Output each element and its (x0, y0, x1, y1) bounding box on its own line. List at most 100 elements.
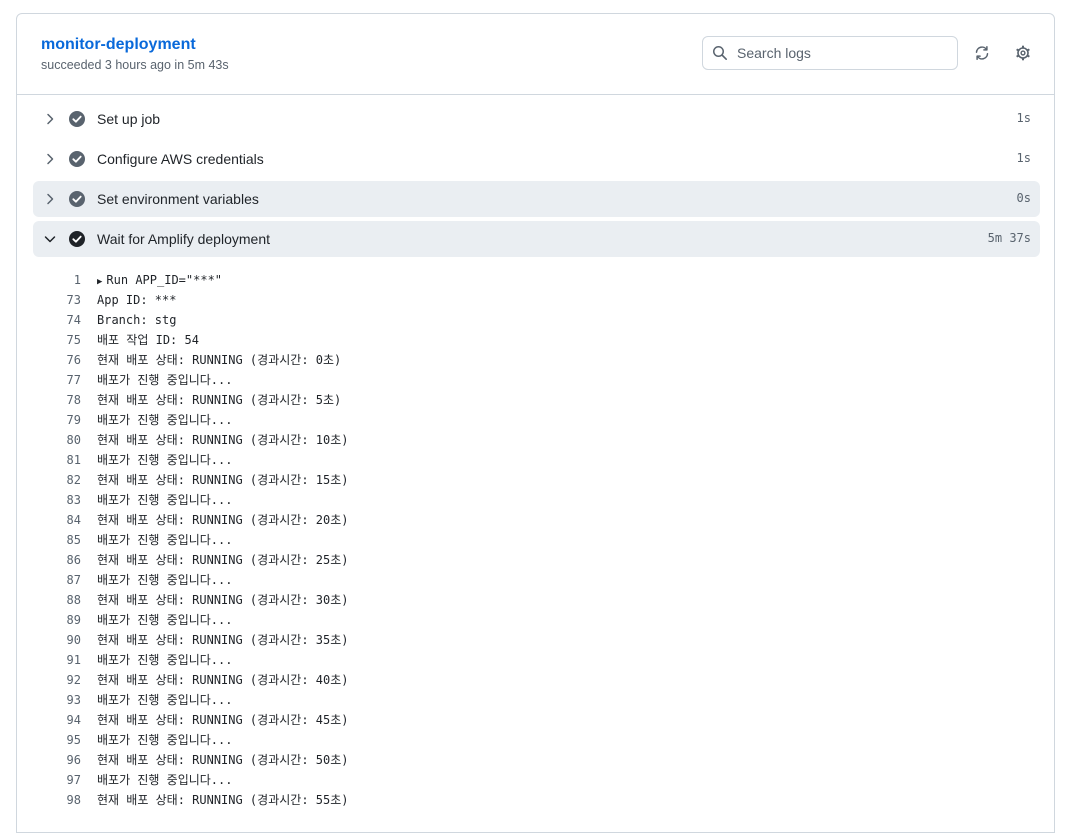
log-line-number[interactable]: 86 (33, 550, 81, 570)
step-wait-for-amplify-deployment[interactable]: Wait for Amplify deployment 5m 37s (33, 221, 1040, 257)
log-text-content: 배포가 진행 중입니다... (97, 533, 233, 547)
log-line-number[interactable]: 80 (33, 430, 81, 450)
log-line-text: Branch: stg (97, 310, 176, 330)
step-set-environment-variables[interactable]: Set environment variables 0s (33, 181, 1040, 217)
log-line-text: 배포가 진행 중입니다... (97, 370, 232, 390)
job-log-panel: monitor-deployment succeeded 3 hours ago… (16, 13, 1055, 833)
log-line-number[interactable]: 77 (33, 370, 81, 390)
search-logs-input[interactable] (735, 44, 949, 62)
log-line-number[interactable]: 74 (33, 310, 81, 330)
log-line-text: 배포가 진행 중입니다... (97, 650, 232, 670)
log-line: 86 현재 배포 상태: RUNNING (경과시간: 25초) (33, 550, 1040, 570)
search-logs-box[interactable] (702, 36, 958, 70)
triangle-right-icon: ▶ (97, 277, 103, 287)
settings-button[interactable] (1008, 38, 1038, 68)
log-text-content: 배포가 진행 중입니다... (97, 453, 233, 467)
log-line-number[interactable]: 89 (33, 610, 81, 630)
log-line-number[interactable]: 96 (33, 750, 81, 770)
log-line: 93 배포가 진행 중입니다... (33, 690, 1040, 710)
log-line-number[interactable]: 90 (33, 630, 81, 650)
log-line-text: App ID: *** (97, 290, 176, 310)
log-line-number[interactable]: 76 (33, 350, 81, 370)
log-text-content: 배포가 진행 중입니다... (97, 493, 233, 507)
check-circle-icon (68, 150, 86, 168)
log-line-number[interactable]: 82 (33, 470, 81, 490)
log-line-text: 배포가 진행 중입니다... (97, 690, 232, 710)
log-line-number[interactable]: 85 (33, 530, 81, 550)
log-line: 91 배포가 진행 중입니다... (33, 650, 1040, 670)
log-text-content: 배포가 진행 중입니다... (97, 613, 233, 627)
job-title-link[interactable]: monitor-deployment (41, 36, 196, 54)
step-name: Set up job (97, 111, 161, 127)
log-text-content: 현재 배포 상태: RUNNING (경과시간: 25초) (97, 553, 349, 567)
log-line-number[interactable]: 92 (33, 670, 81, 690)
log-line-number[interactable]: 87 (33, 570, 81, 590)
chevron-right-icon (42, 191, 58, 207)
log-line-number[interactable]: 1 (33, 270, 81, 290)
log-line: 85 배포가 진행 중입니다... (33, 530, 1040, 550)
log-line-number[interactable]: 91 (33, 650, 81, 670)
log-line: 89 배포가 진행 중입니다... (33, 610, 1040, 630)
log-text-content: 현재 배포 상태: RUNNING (경과시간: 5초) (97, 393, 342, 407)
log-line-text: 현재 배포 상태: RUNNING (경과시간: 0초) (97, 350, 341, 370)
log-line-text: 현재 배포 상태: RUNNING (경과시간: 55초) (97, 790, 348, 810)
log-text-content: 현재 배포 상태: RUNNING (경과시간: 55초) (97, 793, 349, 807)
log-line: 73 App ID: *** (33, 290, 1040, 310)
log-line-number[interactable]: 79 (33, 410, 81, 430)
log-text-content: 현재 배포 상태: RUNNING (경과시간: 50초) (97, 753, 349, 767)
step-name: Wait for Amplify deployment (97, 231, 270, 247)
job-steps-list: Set up job 1s Configure AWS credentials … (33, 101, 1040, 261)
log-line: 84 현재 배포 상태: RUNNING (경과시간: 20초) (33, 510, 1040, 530)
log-line-number[interactable]: 93 (33, 690, 81, 710)
log-line-text: 현재 배포 상태: RUNNING (경과시간: 20초) (97, 510, 348, 530)
log-line: 98 현재 배포 상태: RUNNING (경과시간: 55초) (33, 790, 1040, 810)
log-line-number[interactable]: 84 (33, 510, 81, 530)
log-text-content: 배포가 진행 중입니다... (97, 773, 233, 787)
log-group-toggle[interactable]: ▶ Run APP_ID="***" (97, 270, 222, 292)
sync-icon (974, 45, 990, 61)
log-line-text: 배포가 진행 중입니다... (97, 610, 232, 630)
check-circle-icon (68, 230, 86, 248)
log-text-content: 현재 배포 상태: RUNNING (경과시간: 40초) (97, 673, 349, 687)
log-line: 83 배포가 진행 중입니다... (33, 490, 1040, 510)
log-line: 77 배포가 진행 중입니다... (33, 370, 1040, 390)
step-duration: 1s (1016, 151, 1031, 165)
step-duration: 1s (1016, 111, 1031, 125)
log-line: 1 ▶ Run APP_ID="***" (33, 270, 1040, 290)
log-line: 94 현재 배포 상태: RUNNING (경과시간: 45초) (33, 710, 1040, 730)
log-text-content: 현재 배포 상태: RUNNING (경과시간: 20초) (97, 513, 349, 527)
refresh-button[interactable] (967, 38, 997, 68)
log-line-text: 배포가 진행 중입니다... (97, 730, 232, 750)
log-line-number[interactable]: 75 (33, 330, 81, 350)
log-line-number[interactable]: 83 (33, 490, 81, 510)
step-name: Configure AWS credentials (97, 151, 264, 167)
job-status-summary: succeeded 3 hours ago in 5m 43s (41, 58, 229, 72)
log-line-number[interactable]: 88 (33, 590, 81, 610)
log-line-text: 배포 작업 ID: 54 (97, 330, 199, 350)
log-line-text: 현재 배포 상태: RUNNING (경과시간: 40초) (97, 670, 348, 690)
log-line-text: 현재 배포 상태: RUNNING (경과시간: 10초) (97, 430, 348, 450)
step-configure-aws-credentials[interactable]: Configure AWS credentials 1s (33, 141, 1040, 177)
log-line: 79 배포가 진행 중입니다... (33, 410, 1040, 430)
log-line-text: 배포가 진행 중입니다... (97, 770, 232, 790)
log-line-number[interactable]: 78 (33, 390, 81, 410)
step-duration: 5m 37s (987, 231, 1031, 245)
log-text-content: Run APP_ID="***" (106, 273, 223, 287)
log-line-number[interactable]: 94 (33, 710, 81, 730)
log-line: 81 배포가 진행 중입니다... (33, 450, 1040, 470)
log-line: 82 현재 배포 상태: RUNNING (경과시간: 15초) (33, 470, 1040, 490)
log-line-number[interactable]: 98 (33, 790, 81, 810)
log-line-number[interactable]: 97 (33, 770, 81, 790)
step-set-up-job[interactable]: Set up job 1s (33, 101, 1040, 137)
log-line-number[interactable]: 73 (33, 290, 81, 310)
log-line-text: 배포가 진행 중입니다... (97, 450, 232, 470)
log-line: 90 현재 배포 상태: RUNNING (경과시간: 35초) (33, 630, 1040, 650)
step-log-output: 1 ▶ Run APP_ID="***" 73 App ID: *** 74 Branch:… (33, 270, 1040, 810)
log-line: 76 현재 배포 상태: RUNNING (경과시간: 0초) (33, 350, 1040, 370)
log-line: 87 배포가 진행 중입니다... (33, 570, 1040, 590)
log-line-number[interactable]: 81 (33, 450, 81, 470)
log-text-content: 현재 배포 상태: RUNNING (경과시간: 15초) (97, 473, 349, 487)
gear-icon (1015, 45, 1031, 61)
log-line-number[interactable]: 95 (33, 730, 81, 750)
check-circle-icon (68, 190, 86, 208)
